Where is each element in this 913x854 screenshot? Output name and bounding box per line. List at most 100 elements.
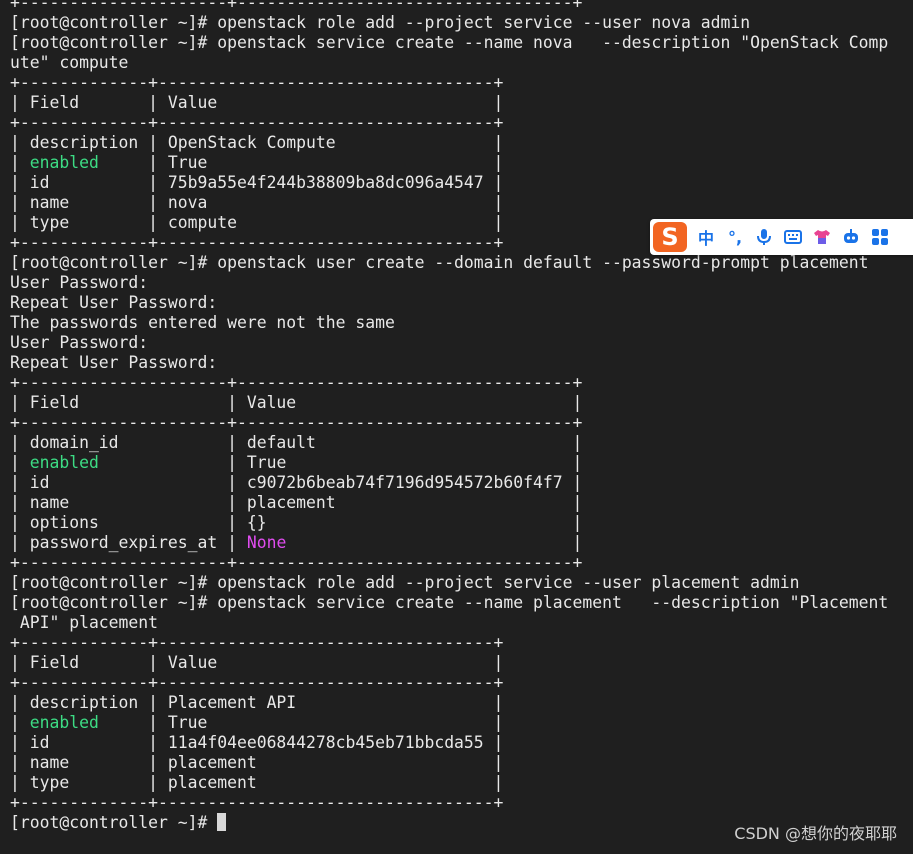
terminal-line: | id | 75b9a55e4f244b38809ba8dc096a4547 … <box>10 173 913 193</box>
terminal-text: | type | placement | <box>10 773 504 792</box>
terminal-text: ute" compute <box>10 53 129 72</box>
terminal-line: | name | placement | <box>10 753 913 773</box>
terminal-text: [root@controller ~]# openstack service c… <box>10 593 889 612</box>
chinese-mode-toggle[interactable]: 中 <box>696 227 716 248</box>
terminal-text: | options | {} | <box>10 513 583 532</box>
terminal-text: | <box>10 713 30 732</box>
terminal-text: +-------------+-------------------------… <box>10 633 504 652</box>
terminal-line: | Field | Value | <box>10 653 913 673</box>
terminal-text: | description | Placement API | <box>10 693 504 712</box>
terminal-line: | name | placement | <box>10 493 913 513</box>
terminal-text: User Password: <box>10 333 149 352</box>
terminal-text: | name | placement | <box>10 753 504 772</box>
terminal-text: +-------------+-------------------------… <box>10 233 504 252</box>
terminal-text: | Field | Value | <box>10 93 504 112</box>
terminal-text: | True | <box>98 713 504 732</box>
terminal-line: | id | 11a4f04ee06844278cb45eb71bbcda55 … <box>10 733 913 753</box>
terminal-cursor <box>217 813 227 831</box>
terminal-line: User Password: <box>10 333 913 353</box>
terminal-line: +---------------------+-----------------… <box>10 0 913 13</box>
terminal-text: | type | compute | <box>10 213 504 232</box>
terminal-line: | enabled | True | <box>10 453 913 473</box>
terminal-text: | password_expires_at | <box>10 533 247 552</box>
terminal-text: | Field | Value | <box>10 653 504 672</box>
terminal-line: +-------------+-------------------------… <box>10 73 913 93</box>
terminal-line: | description | Placement API | <box>10 693 913 713</box>
terminal-text: | True | <box>98 153 504 172</box>
terminal-line: +-------------+-------------------------… <box>10 113 913 133</box>
terminal-line: | password_expires_at | None | <box>10 533 913 553</box>
keyboard-icon[interactable] <box>783 227 803 247</box>
terminal-text: [root@controller ~]# openstack service c… <box>10 33 889 52</box>
sogou-logo-icon[interactable]: S <box>653 222 687 252</box>
terminal-text: [root@controller ~]# openstack user crea… <box>10 253 869 272</box>
terminal-line: Repeat User Password: <box>10 353 913 373</box>
terminal-text: | name | placement | <box>10 493 583 512</box>
terminal-text: enabled <box>29 713 99 732</box>
terminal-text: | <box>10 453 30 472</box>
terminal-line: [root@controller ~]# openstack service c… <box>10 33 913 53</box>
terminal-line: | type | placement | <box>10 773 913 793</box>
terminal-line: | id | c9072b6beab74f7196d954572b60f4f7 … <box>10 473 913 493</box>
terminal-line: | description | OpenStack Compute | <box>10 133 913 153</box>
terminal-text: User Password: <box>10 273 149 292</box>
terminal-line: [root@controller ~]# openstack role add … <box>10 13 913 33</box>
terminal-text: | id | c9072b6beab74f7196d954572b60f4f7 … <box>10 473 583 492</box>
terminal-line: +---------------------+-----------------… <box>10 413 913 433</box>
terminal-text: [root@controller ~]# openstack role add … <box>10 573 800 592</box>
terminal-text: | name | nova | <box>10 193 504 212</box>
terminal-text: [root@controller ~]# openstack role add … <box>10 13 751 32</box>
grid-icon[interactable] <box>870 227 890 247</box>
terminal-text: enabled <box>29 153 99 172</box>
terminal-line: The passwords entered were not the same <box>10 313 913 333</box>
terminal-text: enabled <box>29 453 99 472</box>
terminal-line: | domain_id | default | <box>10 433 913 453</box>
terminal-text: API" placement <box>10 613 159 632</box>
terminal-text: | Field | Value | <box>10 393 583 412</box>
terminal-line: +-------------+-------------------------… <box>10 793 913 813</box>
terminal-line: [root@controller ~]# openstack service c… <box>10 593 913 613</box>
terminal-line: | enabled | True | <box>10 153 913 173</box>
terminal-text: +-------------+-------------------------… <box>10 793 504 812</box>
terminal-line: ute" compute <box>10 53 913 73</box>
terminal-text: | <box>286 533 583 552</box>
terminal-line: | Field | Value | <box>10 93 913 113</box>
terminal-text: +-------------+-------------------------… <box>10 73 504 92</box>
terminal-line: | options | {} | <box>10 513 913 533</box>
terminal-text: Repeat User Password: <box>10 293 218 312</box>
terminal-text: +-------------+-------------------------… <box>10 113 504 132</box>
terminal-line: [root@controller ~]# openstack user crea… <box>10 253 913 273</box>
terminal-text: +---------------------+-----------------… <box>10 373 583 392</box>
terminal-text: | description | OpenStack Compute | <box>10 133 504 152</box>
terminal-output[interactable]: +---------------------+-----------------… <box>0 0 913 854</box>
terminal-text: | <box>10 153 30 172</box>
terminal-line: Repeat User Password: <box>10 293 913 313</box>
terminal-line: API" placement <box>10 613 913 633</box>
terminal-text: +---------------------+-----------------… <box>10 413 583 432</box>
terminal-text: +---------------------+-----------------… <box>10 553 583 572</box>
terminal-text: | domain_id | default | <box>10 433 583 452</box>
terminal-line: +-------------+-------------------------… <box>10 673 913 693</box>
terminal-line: +---------------------+-----------------… <box>10 373 913 393</box>
punctuation-toggle[interactable]: °, <box>725 227 745 247</box>
skin-icon[interactable] <box>812 227 832 247</box>
terminal-line: [root@controller ~]# openstack role add … <box>10 573 913 593</box>
terminal-text: | id | 11a4f04ee06844278cb45eb71bbcda55 … <box>10 733 504 752</box>
terminal-text: The passwords entered were not the same <box>10 313 395 332</box>
terminal-line: +---------------------+-----------------… <box>10 553 913 573</box>
robot-icon[interactable] <box>841 227 861 247</box>
terminal-text: None <box>246 533 287 552</box>
terminal-line: | Field | Value | <box>10 393 913 413</box>
terminal-line: | enabled | True | <box>10 713 913 733</box>
terminal-line: +-------------+-------------------------… <box>10 633 913 653</box>
terminal-text: | True | <box>98 453 583 472</box>
terminal-line: User Password: <box>10 273 913 293</box>
ime-toolbar[interactable]: S 中 °, <box>650 219 913 255</box>
terminal-text: Repeat User Password: <box>10 353 218 372</box>
terminal-text: +-------------+-------------------------… <box>10 673 504 692</box>
terminal-line: | name | nova | <box>10 193 913 213</box>
watermark: CSDN @想你的夜耶耶 <box>734 824 897 843</box>
microphone-icon[interactable] <box>754 227 774 247</box>
terminal-text: +---------------------+-----------------… <box>10 0 583 12</box>
terminal-text: | id | 75b9a55e4f244b38809ba8dc096a4547 … <box>10 173 504 192</box>
